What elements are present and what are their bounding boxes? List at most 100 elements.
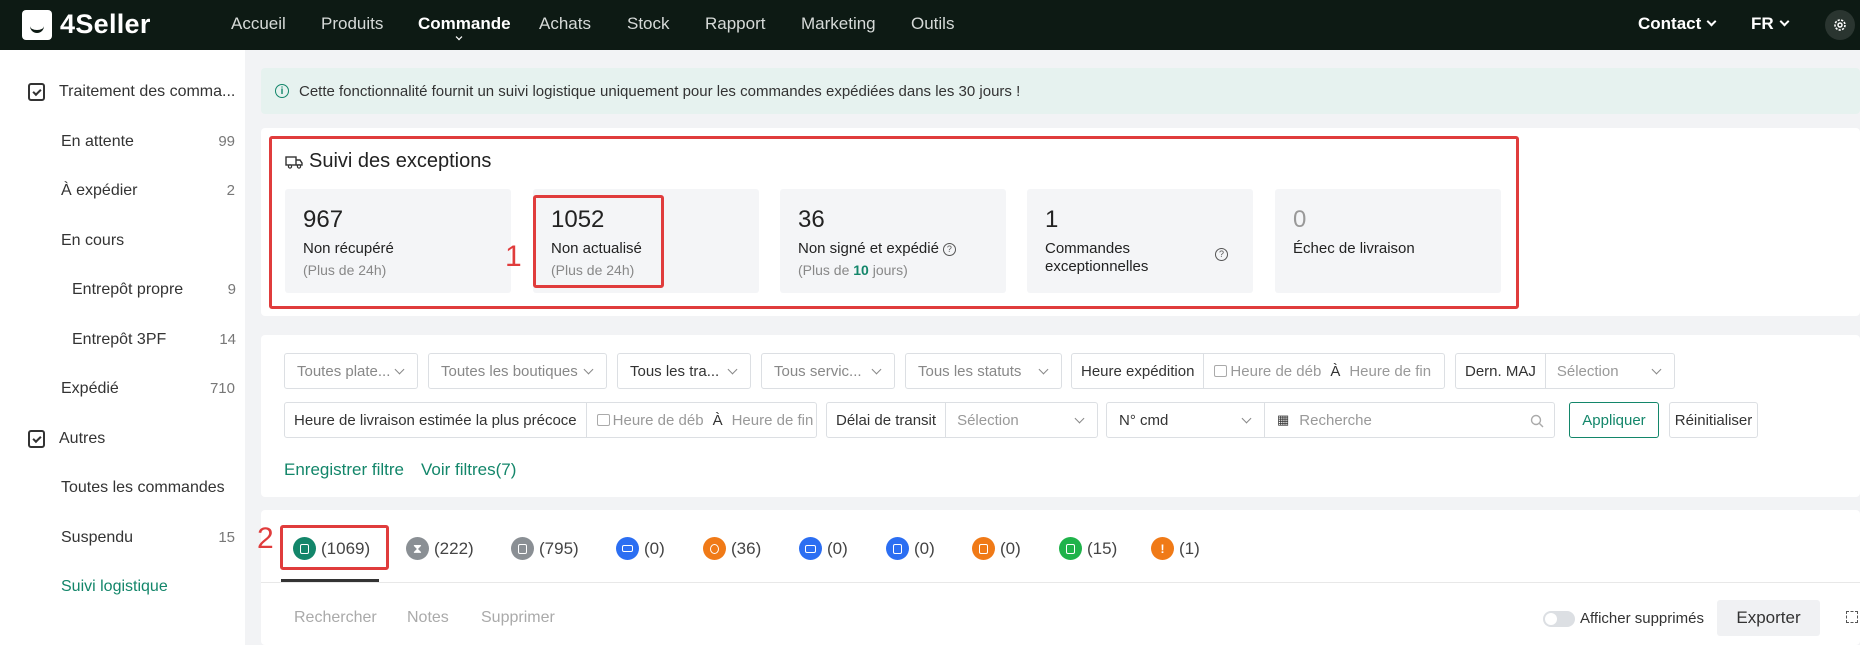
save-filter-link[interactable]: Enregistrer filtre (284, 460, 404, 480)
brand-logo[interactable]: 4Seller (22, 9, 151, 40)
apply-button[interactable]: Appliquer (1569, 402, 1659, 438)
transit-select[interactable]: Sélection (946, 412, 1019, 429)
nav-accueil[interactable]: Accueil (231, 14, 286, 34)
notes-action[interactable]: Notes (407, 609, 449, 627)
tab-failed[interactable]: (0) (972, 537, 1021, 560)
chevron-down-icon (394, 364, 405, 375)
sidebar-item-count: 15 (218, 529, 235, 546)
sidebar-group-label: Traitement des comma... (59, 83, 236, 100)
export-button[interactable]: Exporter (1717, 600, 1820, 636)
language-menu[interactable]: FR (1751, 14, 1790, 34)
top-navbar: 4Seller Accueil Produits Commande Achats… (0, 0, 1860, 50)
annotation-box-tab-all (280, 525, 389, 570)
notice-text: Cette fonctionnalité fournit un suivi lo… (299, 82, 1021, 100)
calendar-icon (1214, 365, 1228, 377)
clipboard-check-icon (28, 83, 45, 101)
search-icon[interactable] (1530, 414, 1544, 428)
nav-achats[interactable]: Achats (539, 14, 591, 34)
services-select[interactable]: Tous servic... (761, 353, 895, 389)
fullscreen-icon[interactable] (1846, 611, 1858, 623)
carriers-select[interactable]: Tous les tra... (617, 353, 751, 389)
chevron-down-icon (1241, 413, 1252, 424)
range-separator: À (712, 411, 723, 429)
sidebar-item-expedie[interactable]: Expédié 710 (61, 380, 235, 398)
order-search[interactable]: N° cmd ▦ Recherche (1106, 402, 1555, 438)
sidebar-item-toutes-commandes[interactable]: Toutes les commandes (61, 479, 235, 497)
store-icon (886, 537, 909, 560)
last-update-select[interactable]: Sélection (1546, 363, 1619, 380)
sidebar-item-label: Entrepôt 3PF (72, 331, 167, 348)
transit-filter[interactable]: Délai de transit Sélection (826, 402, 1098, 438)
tab-out-for-delivery[interactable]: (0) (799, 537, 848, 560)
search-document-icon (511, 537, 534, 560)
sidebar-item-label: Toutes les commandes (61, 479, 225, 496)
select-value: Toutes plate... (297, 362, 391, 380)
show-deleted-label: Afficher supprimés (1580, 610, 1704, 627)
nav-commande[interactable]: Commande (418, 14, 511, 34)
sidebar-item-suivi-logistique[interactable]: Suivi logistique (61, 578, 235, 596)
end-date-input[interactable]: Heure de fin (732, 412, 814, 429)
sidebar-item-count: 710 (209, 380, 235, 397)
tab-count: (1) (1179, 538, 1200, 558)
sidebar-item-en-cours[interactable]: En cours (61, 232, 235, 250)
active-tab-indicator (281, 579, 379, 582)
annotation-label-2: 2 (257, 522, 274, 555)
contact-menu[interactable]: Contact (1638, 14, 1717, 34)
transit-label: Délai de transit (827, 403, 947, 437)
sidebar-group-order-processing[interactable]: Traitement des comma... (28, 83, 235, 101)
sidebar-item-count: 14 (219, 331, 236, 348)
show-deleted-toggle[interactable] (1543, 611, 1575, 627)
sidebar-group-autres[interactable]: Autres (28, 430, 105, 448)
tab-delayed[interactable]: (36) (703, 537, 761, 560)
view-filters-link[interactable]: Voir filtres(7) (421, 460, 516, 480)
chevron-down-icon (1074, 413, 1085, 424)
package-icon (972, 537, 995, 560)
nav-stock[interactable]: Stock (627, 14, 670, 34)
tab-count: (15) (1087, 538, 1118, 558)
tab-in-transit[interactable]: (0) (616, 537, 665, 560)
sidebar-item-entrepot-propre[interactable]: Entrepôt propre 9 (72, 281, 236, 299)
start-date-input[interactable]: Heure de déb (613, 412, 704, 429)
order-field-select[interactable]: N° cmd (1107, 403, 1265, 437)
nav-produits[interactable]: Produits (321, 14, 383, 34)
brand-name: 4Seller (60, 9, 151, 39)
chevron-down-icon (1038, 364, 1049, 375)
last-update-filter[interactable]: Dern. MAJ Sélection (1455, 353, 1675, 389)
chevron-down-icon (1651, 364, 1662, 375)
sidebar-item-suspendu[interactable]: Suspendu 15 (61, 529, 235, 547)
tab-pending[interactable]: ⧗ (222) (406, 537, 474, 560)
tab-count: (222) (434, 538, 474, 558)
search-action[interactable]: Rechercher (294, 609, 377, 627)
settings-button[interactable] (1825, 10, 1855, 40)
delete-action[interactable]: Supprimer (481, 609, 555, 627)
tab-info-received[interactable]: (795) (511, 537, 579, 560)
nav-rapport[interactable]: Rapport (705, 14, 765, 34)
calendar-icon (596, 414, 610, 426)
truck-icon (616, 537, 639, 560)
end-date-input[interactable]: Heure de fin (1349, 363, 1431, 380)
nav-outils[interactable]: Outils (911, 14, 954, 34)
sidebar-item-count: 2 (226, 182, 235, 199)
sidebar-item-a-expedier[interactable]: À expédier 2 (61, 182, 235, 200)
logo-icon (22, 9, 52, 40)
nav-marketing[interactable]: Marketing (801, 14, 876, 34)
sidebar-item-entrepot-3pf[interactable]: Entrepôt 3PF 14 (72, 331, 236, 349)
sidebar-item-label: En attente (61, 133, 134, 150)
range-separator: À (1330, 362, 1341, 380)
statuses-select[interactable]: Tous les statuts (905, 353, 1062, 389)
start-date-input[interactable]: Heure de déb (1230, 363, 1321, 380)
ship-time-range[interactable]: Heure expédition Heure de déb À Heure de… (1071, 353, 1445, 389)
search-input[interactable]: Recherche (1299, 412, 1372, 429)
eta-range[interactable]: Heure de livraison estimée la plus préco… (284, 402, 817, 438)
sidebar-item-en-attente[interactable]: En attente 99 (61, 133, 235, 151)
tab-pickup[interactable]: (0) (886, 537, 935, 560)
tab-delivered[interactable]: (15) (1059, 537, 1117, 560)
check-icon (1059, 537, 1082, 560)
tabs-divider (261, 582, 1860, 583)
ship-time-label: Heure expédition (1072, 354, 1205, 388)
platform-select[interactable]: Toutes plate... (284, 353, 418, 389)
shops-select[interactable]: Toutes les boutiques (428, 353, 607, 389)
reset-button[interactable]: Réinitialiser (1669, 402, 1758, 438)
tab-exception[interactable]: ! (1) (1151, 537, 1200, 560)
select-value: Tous les tra... (630, 362, 720, 380)
